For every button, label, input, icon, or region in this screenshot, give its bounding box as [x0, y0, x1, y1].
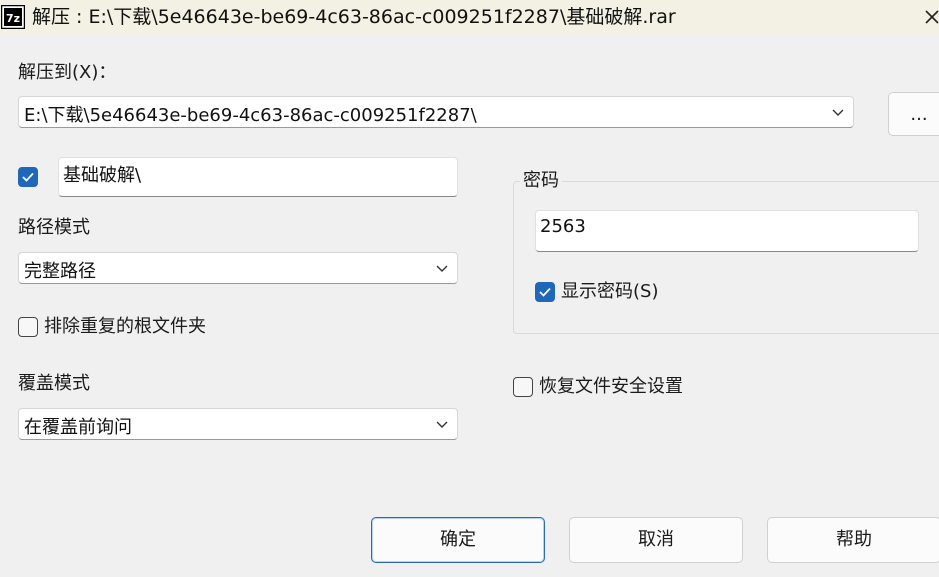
overwrite-mode-label: 覆盖模式 [18, 373, 90, 394]
extract-path-value: E:\下载\5e46643e-be69-4c63-86ac-c009251f22… [24, 105, 477, 126]
password-groupbox [513, 181, 939, 334]
chevron-down-icon [832, 109, 844, 116]
extract-dialog: 7z 解压 : E:\下载\5e46643e-be69-4c63-86ac-c0… [0, 0, 939, 577]
path-mode-value: 完整路径 [24, 261, 96, 282]
overwrite-mode-select[interactable]: 在覆盖前询问 [18, 408, 458, 440]
restore-security-label[interactable]: 恢复文件安全设置 [539, 376, 683, 398]
subfolder-checkbox[interactable] [18, 167, 38, 187]
svg-text:7z: 7z [6, 12, 20, 25]
title-bar: 7z 解压 : E:\下载\5e46643e-be69-4c63-86ac-c0… [0, 0, 939, 36]
password-value: 2563 [540, 216, 586, 237]
subfolder-name-input[interactable]: 基础破解\ [58, 157, 458, 197]
path-mode-label: 路径模式 [18, 217, 90, 238]
overwrite-mode-value: 在覆盖前询问 [24, 417, 132, 438]
7zip-app-icon: 7z [1, 5, 25, 29]
checkmark-icon [22, 172, 34, 182]
exclude-root-folder-label[interactable]: 排除重复的根文件夹 [44, 316, 206, 338]
show-password-checkbox[interactable] [535, 282, 555, 302]
chevron-down-icon [436, 421, 448, 428]
password-group-label: 密码 [520, 170, 562, 192]
checkmark-icon [539, 287, 551, 297]
show-password-label[interactable]: 显示密码(S) [561, 281, 658, 303]
close-icon[interactable] [918, 2, 939, 32]
browse-button[interactable]: ... [888, 92, 939, 136]
subfolder-name-value: 基础破解\ [63, 165, 142, 186]
help-button[interactable]: 帮助 [767, 517, 939, 563]
chevron-down-icon [436, 265, 448, 272]
password-input[interactable]: 2563 [535, 210, 919, 252]
extract-path-combobox[interactable]: E:\下载\5e46643e-be69-4c63-86ac-c009251f22… [18, 96, 854, 128]
cancel-button[interactable]: 取消 [569, 517, 743, 563]
window-title: 解压 : E:\下载\5e46643e-be69-4c63-86ac-c0092… [32, 6, 676, 28]
path-mode-select[interactable]: 完整路径 [18, 252, 458, 284]
ok-button[interactable]: 确定 [371, 517, 545, 563]
exclude-root-folder-checkbox[interactable] [18, 317, 38, 337]
restore-security-checkbox[interactable] [513, 377, 533, 397]
extract-to-label: 解压到(X)： [18, 62, 117, 83]
